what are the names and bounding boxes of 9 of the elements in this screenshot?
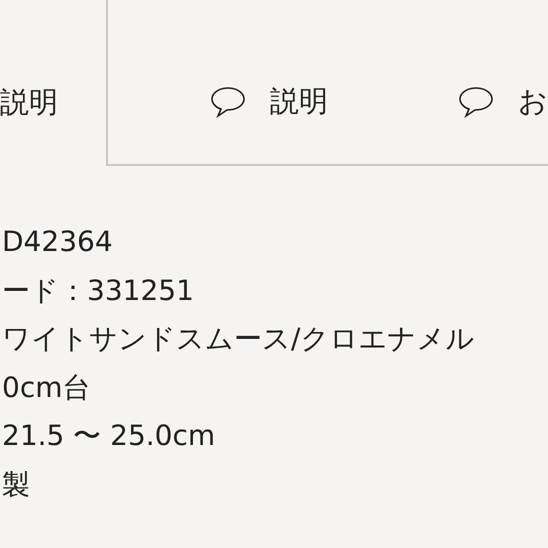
spec-line: ワイトサンドスムース/クロエナメル (1, 321, 476, 358)
tab[interactable]: お (440, 0, 548, 166)
spec-line: ード：331251 (1, 272, 195, 309)
spec-line: 0cm台 (1, 370, 92, 406)
tab[interactable]: 説明 (106, 0, 440, 166)
spec-line: 21.5 〜 25.0cm (1, 418, 216, 454)
spec-line: D42364 (1, 224, 114, 260)
spec-line: 製 (1, 466, 31, 503)
tab[interactable]: 説明 (0, 0, 106, 166)
